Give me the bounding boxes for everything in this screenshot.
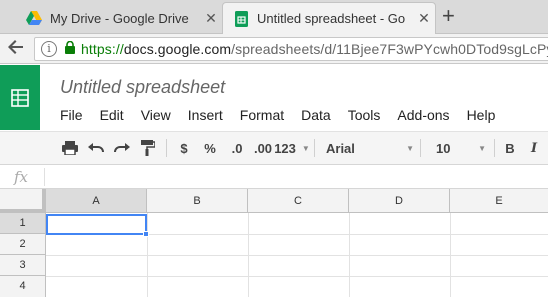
- menu-help[interactable]: Help: [467, 107, 496, 123]
- fill-handle[interactable]: [143, 231, 149, 237]
- menu-view[interactable]: View: [141, 107, 171, 123]
- more-formats-label: 123: [274, 140, 296, 156]
- menu-insert[interactable]: Insert: [188, 107, 223, 123]
- document-title[interactable]: Untitled spreadsheet: [60, 77, 225, 98]
- address-bar: i https://docs.google.com/spreadsheets/d…: [0, 34, 548, 64]
- sheets-home-logo[interactable]: [0, 65, 40, 130]
- paint-format-icon: [141, 140, 155, 156]
- sheets-logo-icon: [11, 88, 29, 107]
- paint-format-button[interactable]: [136, 132, 160, 164]
- new-tab-button[interactable]: +: [442, 5, 455, 27]
- dropdown-arrow-icon: ▼: [478, 143, 486, 153]
- url-scheme: https://: [81, 41, 124, 57]
- print-icon: [62, 141, 78, 155]
- column-header-e[interactable]: E: [450, 189, 548, 213]
- tab-untitled-spreadsheet[interactable]: Untitled spreadsheet - Go ✕: [222, 2, 436, 34]
- active-cell-a1[interactable]: [46, 214, 147, 235]
- google-drive-icon: [26, 10, 42, 26]
- currency-format-button[interactable]: $: [174, 132, 194, 164]
- decrease-decimal-button[interactable]: .0: [226, 132, 248, 164]
- browser-tab-strip: My Drive - Google Drive ✕ Untitled sprea…: [0, 0, 548, 34]
- menu-data[interactable]: Data: [301, 107, 331, 123]
- google-sheets-icon: [233, 10, 249, 27]
- spreadsheet-grid: A B C D E 1 2 3 4: [0, 189, 548, 297]
- column-header-a[interactable]: A: [46, 189, 147, 213]
- menu-bar: File Edit View Insert Format Data Tools …: [60, 107, 512, 123]
- url-text: https://docs.google.com/spreadsheets/d/1…: [81, 41, 548, 57]
- redo-button[interactable]: [110, 132, 134, 164]
- more-formats-button[interactable]: 123 ▼: [274, 132, 310, 164]
- close-tab-icon[interactable]: ✕: [413, 10, 435, 27]
- url-path: /spreadsheets/d/11Bjee7F3wPYcwh0DTod9sgL…: [231, 41, 548, 57]
- menu-file[interactable]: File: [60, 107, 83, 123]
- toolbar: $ % .0 .00 123 ▼ Arial ▼ 10 ▼ B I: [0, 131, 548, 165]
- column-header-b[interactable]: B: [147, 189, 248, 213]
- lock-icon: [65, 40, 75, 57]
- column-header-c[interactable]: C: [248, 189, 349, 213]
- tab-title: Untitled spreadsheet - Go: [257, 11, 406, 26]
- font-family-value: Arial: [326, 140, 355, 156]
- font-size-select[interactable]: 10 ▼: [436, 132, 486, 164]
- menu-add-ons[interactable]: Add-ons: [397, 107, 449, 123]
- row-header-3[interactable]: 3: [0, 255, 46, 276]
- formula-input[interactable]: [50, 167, 540, 187]
- decrease-decimal-label: .0: [231, 140, 243, 156]
- italic-button[interactable]: I: [526, 132, 542, 164]
- undo-icon: [88, 143, 104, 153]
- row-header-2[interactable]: 2: [0, 234, 46, 255]
- row-header-4[interactable]: 4: [0, 276, 46, 297]
- dropdown-arrow-icon: ▼: [406, 143, 414, 153]
- bold-button[interactable]: B: [502, 132, 518, 164]
- tab-my-drive[interactable]: My Drive - Google Drive ✕: [16, 2, 222, 34]
- tab-title: My Drive - Google Drive: [50, 10, 189, 26]
- formula-bar: fx: [0, 165, 548, 189]
- print-button[interactable]: [58, 132, 82, 164]
- undo-button[interactable]: [84, 132, 108, 164]
- select-all-corner[interactable]: [0, 189, 46, 213]
- url-input[interactable]: i https://docs.google.com/spreadsheets/d…: [34, 37, 548, 61]
- increase-decimal-button[interactable]: .00: [252, 132, 274, 164]
- fx-icon: fx: [14, 168, 29, 186]
- dropdown-arrow-icon: ▼: [301, 143, 310, 153]
- column-header-d[interactable]: D: [349, 189, 450, 213]
- sheets-header: Untitled spreadsheet File Edit View Inse…: [0, 65, 548, 131]
- info-icon[interactable]: i: [41, 41, 57, 57]
- menu-format[interactable]: Format: [240, 107, 284, 123]
- row-header-1[interactable]: 1: [0, 213, 46, 234]
- menu-edit[interactable]: Edit: [100, 107, 124, 123]
- increase-decimal-label: .00: [253, 140, 273, 156]
- font-size-value: 10: [436, 140, 451, 156]
- close-tab-icon[interactable]: ✕: [200, 10, 222, 27]
- percent-format-button[interactable]: %: [200, 132, 220, 164]
- font-family-select[interactable]: Arial ▼: [326, 132, 414, 164]
- menu-tools[interactable]: Tools: [348, 107, 381, 123]
- url-domain: docs.google.com: [123, 41, 232, 57]
- back-arrow-icon[interactable]: [8, 39, 28, 59]
- redo-icon: [114, 143, 130, 153]
